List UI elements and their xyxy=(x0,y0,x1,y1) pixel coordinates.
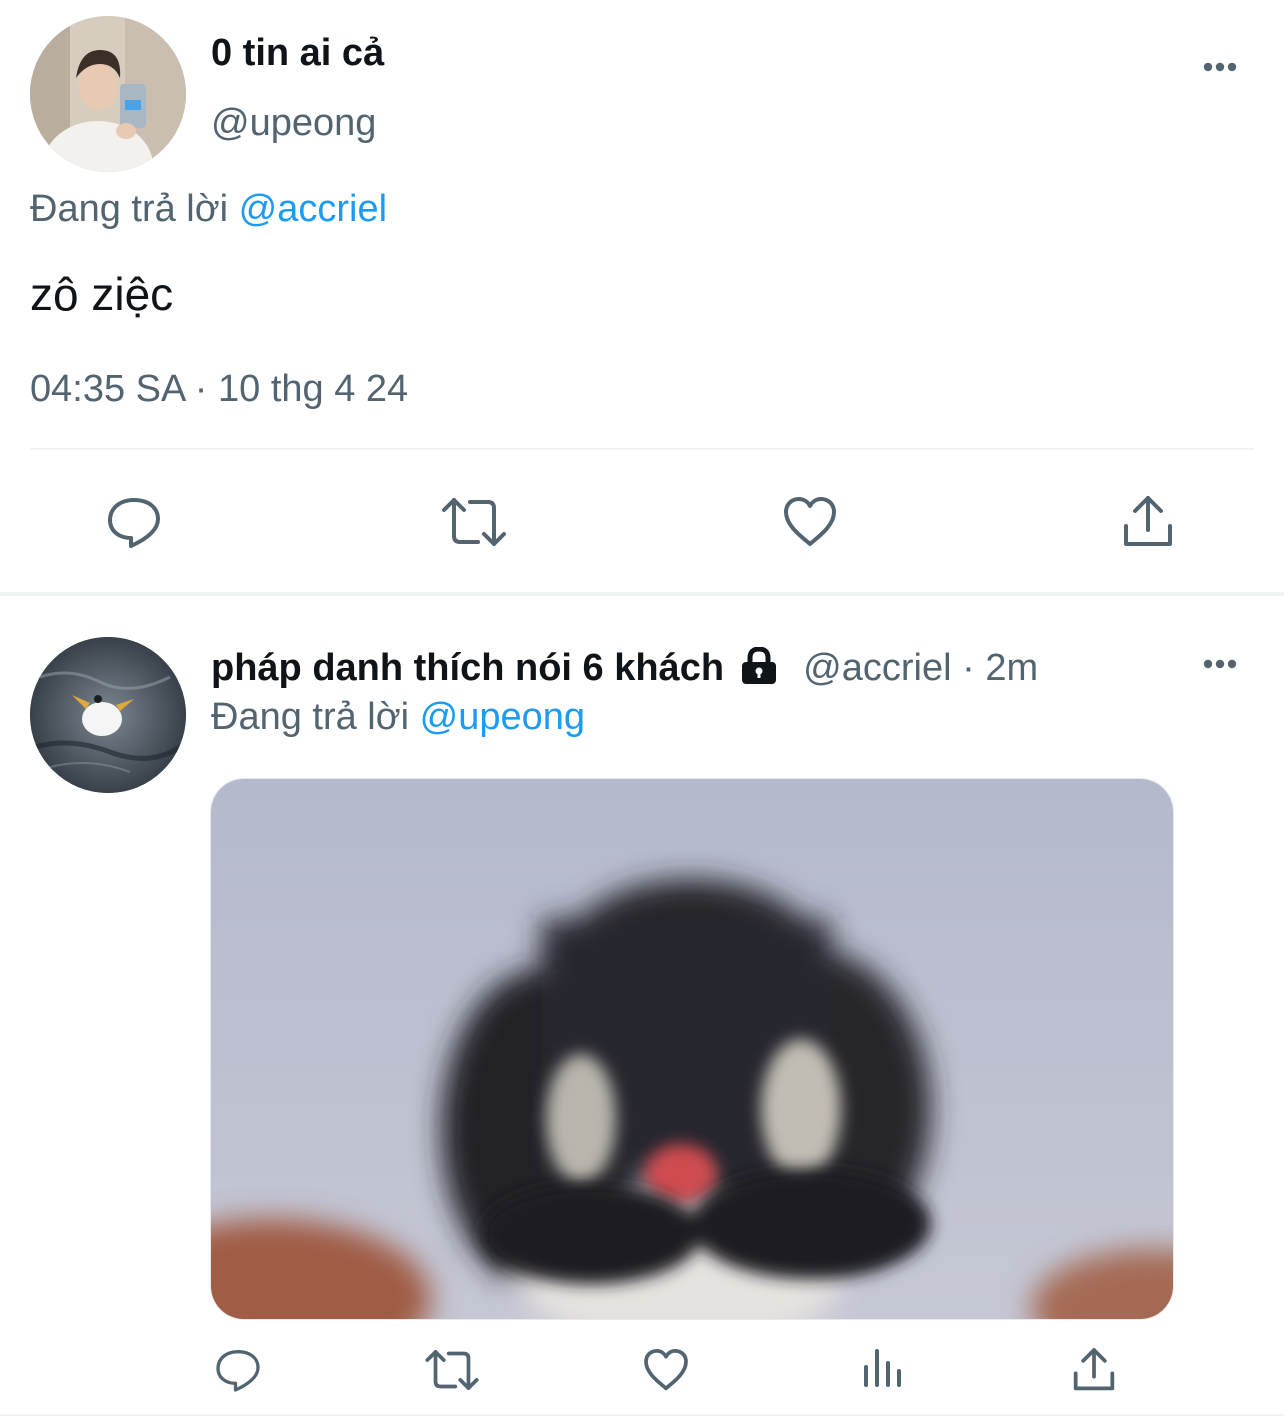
reply-icon[interactable] xyxy=(104,492,164,552)
retweet-icon[interactable] xyxy=(440,492,508,552)
section-divider xyxy=(0,592,1284,596)
replying-prefix: Đang trả lời xyxy=(30,188,229,230)
replying-to-line: Đang trả lời @upeong xyxy=(211,694,585,740)
separator: · xyxy=(962,647,975,689)
avatar-photo xyxy=(30,16,186,172)
bottom-divider xyxy=(0,1414,1284,1416)
penguin-photo xyxy=(211,779,1173,1319)
replying-prefix: Đang trả lời xyxy=(211,696,410,738)
tweet-text: zô ziệc xyxy=(30,268,174,320)
avatar-photo xyxy=(30,637,186,793)
display-name[interactable]: 0 tin ai cả xyxy=(211,30,384,76)
timestamp[interactable]: 04:35 SA · 10 thg 4 24 xyxy=(30,366,408,412)
more-icon[interactable] xyxy=(1198,55,1242,79)
share-icon[interactable] xyxy=(1118,492,1178,552)
avatar[interactable] xyxy=(30,16,186,172)
replying-to-link[interactable]: @upeong xyxy=(420,696,585,738)
replying-to-link[interactable]: @accriel xyxy=(239,188,387,230)
avatar[interactable] xyxy=(30,637,186,793)
views-icon[interactable] xyxy=(858,1345,906,1393)
like-icon[interactable] xyxy=(640,1345,692,1395)
like-icon[interactable] xyxy=(780,492,840,552)
retweet-icon[interactable] xyxy=(424,1345,480,1395)
handle[interactable]: @upeong xyxy=(211,100,376,146)
display-name[interactable]: pháp danh thích nói 6 khách xyxy=(211,647,724,689)
handle[interactable]: @accriel xyxy=(803,647,951,689)
reply-header: pháp danh thích nói 6 khách @accriel · 2… xyxy=(211,644,1038,692)
media-image[interactable] xyxy=(210,778,1174,1320)
lock-icon xyxy=(739,647,779,685)
replying-to-line: Đang trả lời @accriel xyxy=(30,186,387,232)
more-icon[interactable] xyxy=(1198,652,1242,676)
reply-icon[interactable] xyxy=(212,1345,264,1395)
divider xyxy=(30,448,1254,450)
time-ago[interactable]: 2m xyxy=(985,647,1038,689)
share-icon[interactable] xyxy=(1068,1345,1120,1395)
